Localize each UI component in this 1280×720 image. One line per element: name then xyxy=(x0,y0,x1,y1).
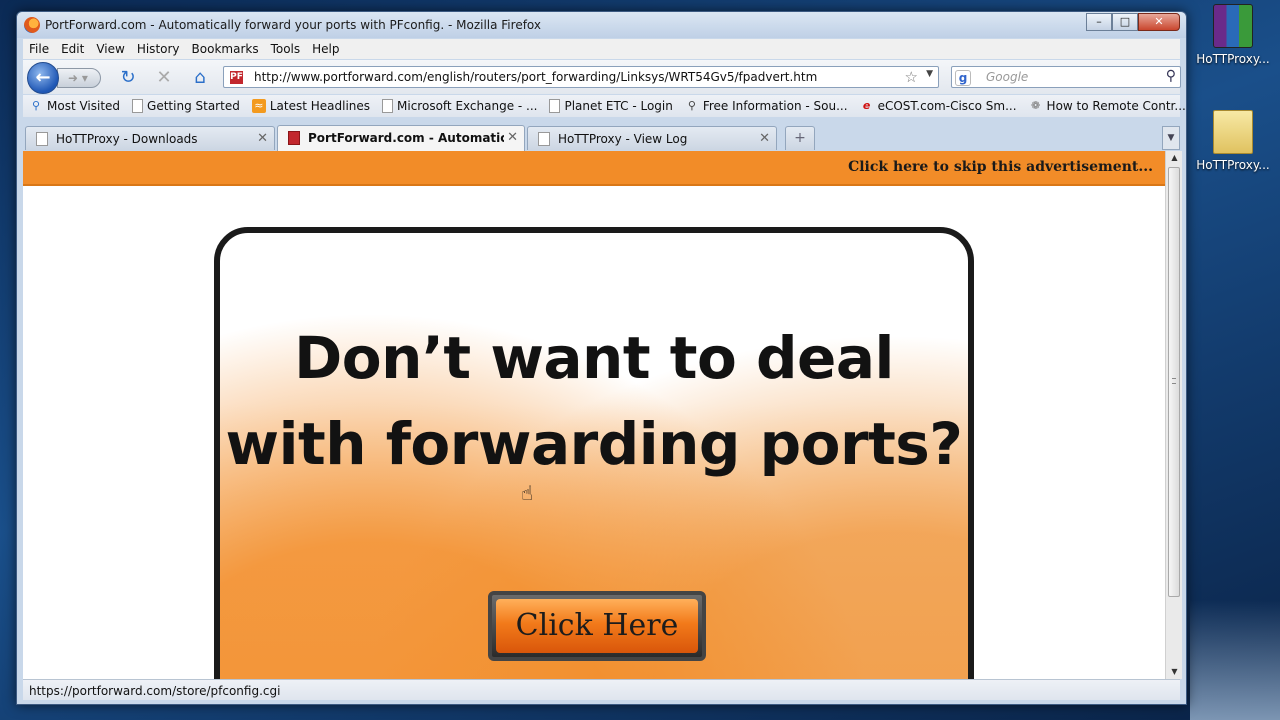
list-all-tabs-button[interactable]: ▼ xyxy=(1162,126,1180,150)
page-icon xyxy=(382,99,394,113)
advertisement-card[interactable]: Don’t want to deal with forwarding ports… xyxy=(214,227,974,679)
vertical-scrollbar[interactable]: ▲ ▼ xyxy=(1165,151,1182,679)
bookmark-latest-headlines[interactable]: ≈ Latest Headlines xyxy=(246,99,376,113)
google-engine-icon[interactable]: g xyxy=(955,70,971,86)
status-bar: https://portforward.com/store/pfconfig.c… xyxy=(23,679,1180,700)
window-controls: – □ ✕ xyxy=(1086,13,1180,31)
menu-bar: File Edit View History Bookmarks Tools H… xyxy=(23,39,1180,59)
minimize-button[interactable]: – xyxy=(1086,13,1112,31)
scrollbar-thumb[interactable] xyxy=(1168,167,1180,597)
tab-label: HoTTProxy - View Log xyxy=(558,132,688,146)
headline-line-2: with forwarding ports? xyxy=(225,410,963,478)
skip-advertisement-link[interactable]: Click here to skip this advertisement... xyxy=(848,159,1153,175)
forward-button[interactable]: ➜ ▾ xyxy=(57,68,101,88)
close-button[interactable]: ✕ xyxy=(1138,13,1180,31)
url-bar[interactable]: PF http://www.portforward.com/english/ro… xyxy=(223,66,939,88)
menu-edit[interactable]: Edit xyxy=(55,42,90,56)
tab-bar: HoTTProxy - Downloads ✕ PortForward.com … xyxy=(23,123,1180,151)
browser-window: PortForward.com - Automatically forward … xyxy=(16,11,1187,705)
menu-view[interactable]: View xyxy=(90,42,130,56)
menu-help[interactable]: Help xyxy=(306,42,345,56)
bookmark-remote-control[interactable]: ❁ How to Remote Contr... xyxy=(1023,99,1192,113)
tab-close-icon[interactable]: ✕ xyxy=(257,131,268,146)
page-content: Click here to skip this advertisement...… xyxy=(23,151,1165,679)
search-icon[interactable]: ⚲ xyxy=(1166,68,1176,84)
scroll-up-arrow-icon[interactable]: ▲ xyxy=(1166,151,1183,165)
bookmark-getting-started[interactable]: Getting Started xyxy=(126,99,246,113)
search-input[interactable]: Google xyxy=(986,70,1028,84)
ad-headline: Don’t want to deal with forwarding ports… xyxy=(220,315,968,487)
menu-bookmarks[interactable]: Bookmarks xyxy=(186,42,265,56)
portforward-favicon-icon xyxy=(288,131,300,145)
tab-hottproxy-downloads[interactable]: HoTTProxy - Downloads ✕ xyxy=(25,126,275,150)
bookmark-most-visited[interactable]: ⚲ Most Visited xyxy=(23,99,126,113)
portforward-favicon-icon: PF xyxy=(230,71,243,84)
click-here-label: Click Here xyxy=(496,599,698,653)
tab-hottproxy-view-log[interactable]: HoTTProxy - View Log ✕ xyxy=(527,126,777,150)
bookmark-ecost[interactable]: e eCOST.com-Cisco Sm... xyxy=(854,99,1023,113)
desktop-background xyxy=(1190,600,1280,720)
tab-portforward[interactable]: PortForward.com - Automatically ... ✕ xyxy=(277,125,525,151)
firefox-logo-icon xyxy=(24,17,40,33)
ecost-icon: e xyxy=(862,99,871,112)
tab-close-icon[interactable]: ✕ xyxy=(759,131,770,146)
desktop-icon-folder[interactable]: HoTTProxy... xyxy=(1194,110,1272,172)
window-title: PortForward.com - Automatically forward … xyxy=(45,18,541,32)
bookmark-microsoft-exchange[interactable]: Microsoft Exchange - ... xyxy=(376,99,543,113)
bookmarks-toolbar: ⚲ Most Visited Getting Started ≈ Latest He… xyxy=(23,95,1186,117)
page-icon xyxy=(132,99,144,113)
stop-icon[interactable]: ✕ xyxy=(153,67,175,89)
advertisement-bar: Click here to skip this advertisement... xyxy=(23,151,1165,186)
scrollbar-grip xyxy=(1172,378,1176,384)
navigation-toolbar: ➜ ▾ ← ↻ ✕ ⌂ PF http://www.portforward.co… xyxy=(23,60,1181,94)
url-history-dropdown-icon[interactable]: ▼ xyxy=(926,69,933,79)
reload-icon[interactable]: ↻ xyxy=(117,67,139,89)
scroll-down-arrow-icon[interactable]: ▼ xyxy=(1166,665,1183,679)
search-bar[interactable]: g Google ⚲ xyxy=(951,66,1181,88)
menu-tools[interactable]: Tools xyxy=(265,42,307,56)
desktop-icon-label: HoTTProxy... xyxy=(1196,52,1270,66)
new-tab-button[interactable]: + xyxy=(785,126,815,150)
page-icon xyxy=(36,132,48,146)
click-here-button[interactable]: Click Here xyxy=(488,591,706,661)
puzzle-icon: ❁ xyxy=(1030,99,1041,112)
headline-line-1: Don’t want to deal xyxy=(294,324,894,392)
bookmark-free-information[interactable]: ⚲ Free Information - Sou... xyxy=(679,99,854,113)
home-icon[interactable]: ⌂ xyxy=(189,67,211,89)
title-bar[interactable]: PortForward.com - Automatically forward … xyxy=(17,12,1186,38)
url-text[interactable]: http://www.portforward.com/english/route… xyxy=(254,70,817,84)
search-icon: ⚲ xyxy=(687,99,696,112)
tab-label: HoTTProxy - Downloads xyxy=(56,132,198,146)
tab-close-icon[interactable]: ✕ xyxy=(507,130,518,145)
most-visited-icon: ⚲ xyxy=(31,99,41,112)
maximize-button[interactable]: □ xyxy=(1112,13,1138,31)
bookmark-planet-etc[interactable]: Planet ETC - Login xyxy=(543,99,678,113)
page-icon xyxy=(549,99,561,113)
tab-label: PortForward.com - Automatically ... xyxy=(308,131,504,145)
status-text: https://portforward.com/store/pfconfig.c… xyxy=(29,684,281,698)
menu-history[interactable]: History xyxy=(131,42,186,56)
hand-cursor-icon: ☝ xyxy=(521,481,534,505)
back-button[interactable]: ← xyxy=(27,62,59,94)
rss-icon: ≈ xyxy=(251,99,266,113)
bookmark-star-icon[interactable]: ☆ xyxy=(905,68,918,86)
desktop-icon-archive[interactable]: HoTTProxy... xyxy=(1194,4,1272,66)
page-icon xyxy=(538,132,550,146)
folder-icon xyxy=(1213,110,1253,154)
menu-file[interactable]: File xyxy=(23,42,55,56)
desktop-icon-label: HoTTProxy... xyxy=(1196,158,1270,172)
winrar-archive-icon xyxy=(1213,4,1253,48)
